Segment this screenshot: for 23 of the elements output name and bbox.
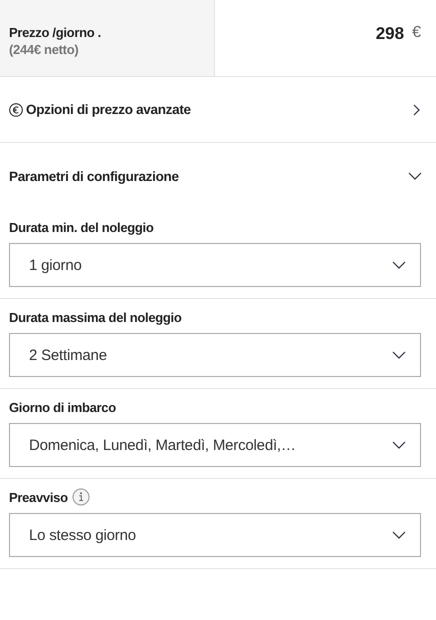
field-label: Durata massima del noleggio (9, 310, 182, 324)
chevron-down-icon (392, 441, 406, 449)
chevron-down-icon (408, 170, 422, 182)
advanced-price-options-row[interactable]: Opzioni di prezzo avanzate (0, 77, 436, 143)
configuration-title: Parametri di configurazione (9, 168, 180, 184)
field-label: Preavviso (9, 490, 68, 504)
price-amount: 298 (376, 24, 404, 44)
price-label: Prezzo /giorno . (9, 25, 102, 40)
field-label: Durata min. del noleggio (9, 220, 154, 234)
dropdown-select[interactable]: Domenica, Lunedì, Martedì, Mercoledì,… (9, 423, 421, 467)
euro-icon (9, 102, 23, 116)
net-price: (244€ netto) (9, 42, 80, 57)
chevron-down-icon (392, 531, 406, 539)
chevron-down-icon (392, 351, 406, 359)
dropdown-select[interactable]: Lo stesso giorno (9, 513, 421, 557)
dropdown-select[interactable]: 2 Settimane (9, 333, 421, 377)
field-label: Giorno di imbarco (9, 400, 116, 414)
chevron-down-icon (392, 261, 406, 269)
configuration-section-header[interactable]: Parametri di configurazione (0, 143, 436, 209)
dropdown-select[interactable]: 1 giorno (9, 243, 421, 287)
info-icon[interactable] (72, 488, 90, 506)
currency-symbol: € (412, 24, 421, 42)
advanced-options-label: Opzioni di prezzo avanzate (26, 102, 192, 117)
